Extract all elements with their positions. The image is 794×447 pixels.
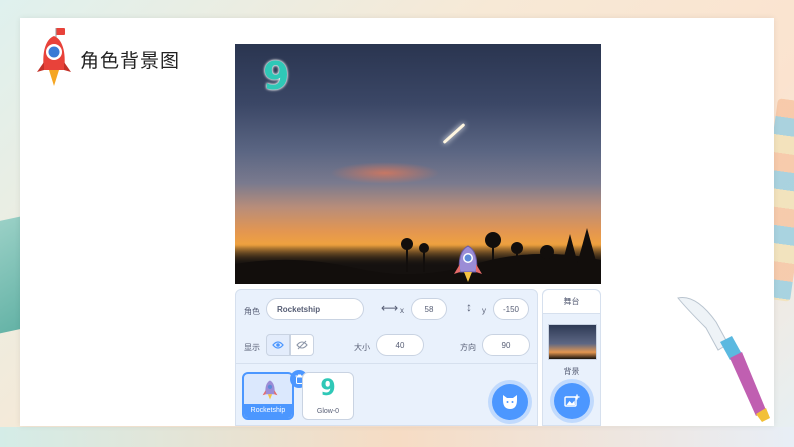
- stage-title: 舞台: [543, 290, 600, 314]
- slide-title: 角色背景图: [80, 50, 181, 72]
- sprite-list: Rocketship 9 Glow-0: [235, 364, 538, 426]
- sprite-tile-glow-0[interactable]: 9 Glow-0: [302, 372, 354, 420]
- sprite-info-panel: 角色 Rocketship ⟷ x 58 ↕ y -150 显示 大小 40 方…: [235, 289, 538, 364]
- stage-canvas[interactable]: 9: [235, 44, 601, 284]
- y-label: y: [482, 306, 486, 315]
- glow-thumbnail-icon: 9: [320, 376, 336, 401]
- x-position-field[interactable]: 58: [411, 298, 447, 320]
- hide-sprite-button[interactable]: [290, 334, 314, 356]
- size-field[interactable]: 40: [376, 334, 424, 356]
- stage-cloud: [330, 162, 440, 184]
- y-position-field[interactable]: -150: [493, 298, 529, 320]
- sprite-tile-label: Rocketship: [244, 404, 292, 418]
- show-label: 显示: [244, 343, 260, 352]
- sprite-tile-label: Glow-0: [316, 408, 340, 415]
- stage-tree-silhouettes: [235, 228, 601, 284]
- rocketship-thumbnail-icon: [262, 380, 278, 400]
- backdrops-label: 背景: [563, 367, 580, 376]
- size-label: 大小: [354, 343, 370, 352]
- direction-label: 方向: [460, 343, 476, 352]
- image-add-icon: [564, 394, 580, 407]
- add-backdrop-button[interactable]: [554, 383, 590, 419]
- eye-off-icon: [296, 340, 308, 350]
- rocket-logo-icon: [37, 28, 71, 86]
- decorative-bottom-strip: [0, 427, 794, 447]
- horizontal-arrow-icon: ⟷: [381, 301, 399, 315]
- cat-add-icon: [503, 395, 517, 409]
- sprite-tile-rocketship[interactable]: Rocketship: [242, 370, 308, 420]
- sprite-name-label: 角色: [244, 307, 260, 316]
- slide: 角色背景图 9 角色 Rocketship ⟷ x 58 ↕ y -150 显示…: [20, 18, 774, 426]
- backdrop-thumbnail[interactable]: [548, 324, 597, 360]
- add-sprite-button[interactable]: [492, 384, 528, 420]
- stage-selector[interactable]: 舞台 背景: [542, 289, 601, 426]
- rocketship-sprite[interactable]: [451, 244, 485, 284]
- show-sprite-button[interactable]: [266, 334, 290, 356]
- stage-light-streak: [442, 123, 466, 144]
- vertical-arrow-icon: ↕: [466, 300, 472, 314]
- paintbrush-decoration-icon: [677, 297, 770, 422]
- eye-icon: [272, 341, 284, 349]
- x-label: x: [400, 306, 404, 315]
- glow-sprite[interactable]: 9: [263, 54, 289, 98]
- direction-field[interactable]: 90: [482, 334, 530, 356]
- sprite-name-field[interactable]: Rocketship: [266, 298, 364, 320]
